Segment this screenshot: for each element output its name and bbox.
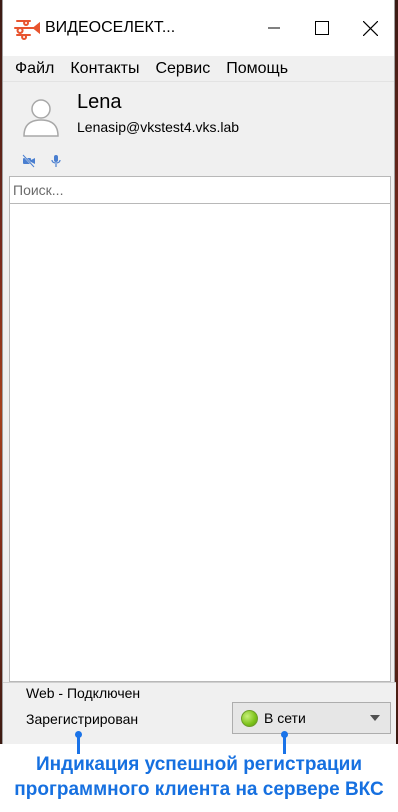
presence-dropdown[interactable]: В сети — [232, 702, 391, 734]
chevron-down-icon — [370, 715, 380, 721]
profile-name: Lena — [77, 91, 122, 113]
minimize-button[interactable] — [250, 0, 298, 56]
app-logo-icon — [14, 20, 40, 40]
camera-off-icon[interactable] — [22, 154, 36, 168]
status-bar: Web - Подключен Зарегистрирован В сети — [3, 682, 396, 744]
minimize-icon — [268, 27, 280, 29]
online-status-icon — [241, 709, 258, 727]
menu-file[interactable]: Файл — [7, 58, 62, 80]
app-window: ВИДЕОСЕЛЕКТ... Файл Контакты Сервис Помо… — [2, 0, 396, 744]
contact-list[interactable] — [9, 204, 391, 682]
menu-bar: Файл Контакты Сервис Помощь — [3, 56, 394, 82]
title-bar[interactable]: ВИДЕОСЕЛЕКТ... — [3, 0, 394, 56]
presence-marker-dot — [281, 731, 288, 738]
presence-label: В сети — [264, 710, 306, 726]
annotation-caption: Индикация успешной регистрации программн… — [0, 752, 398, 802]
microphone-icon[interactable] — [49, 154, 63, 168]
search-input[interactable] — [10, 177, 390, 203]
annotation-line-1: Индикация успешной регистрации — [35, 754, 363, 775]
maximize-icon — [315, 21, 329, 35]
menu-contacts[interactable]: Контакты — [62, 58, 147, 80]
annotation-line-2: программного клиента на сервере ВКС — [14, 779, 384, 800]
menu-help[interactable]: Помощь — [218, 58, 296, 80]
maximize-button[interactable] — [298, 0, 346, 56]
menu-service[interactable]: Сервис — [147, 58, 218, 80]
profile-email: Lenasip@vkstest4.vks.lab — [77, 119, 240, 135]
close-icon — [362, 20, 378, 36]
web-connection-status: Web - Подключен — [26, 685, 141, 701]
search-box — [9, 176, 391, 204]
window-title: ВИДЕОСЕЛЕКТ... — [45, 19, 176, 36]
registration-marker-dot — [75, 731, 82, 738]
registration-status: Зарегистрирован — [26, 711, 139, 727]
close-button[interactable] — [346, 0, 394, 56]
avatar-icon[interactable] — [22, 97, 60, 137]
profile-panel: Lena Lenasip@vkstest4.vks.lab — [3, 82, 394, 176]
